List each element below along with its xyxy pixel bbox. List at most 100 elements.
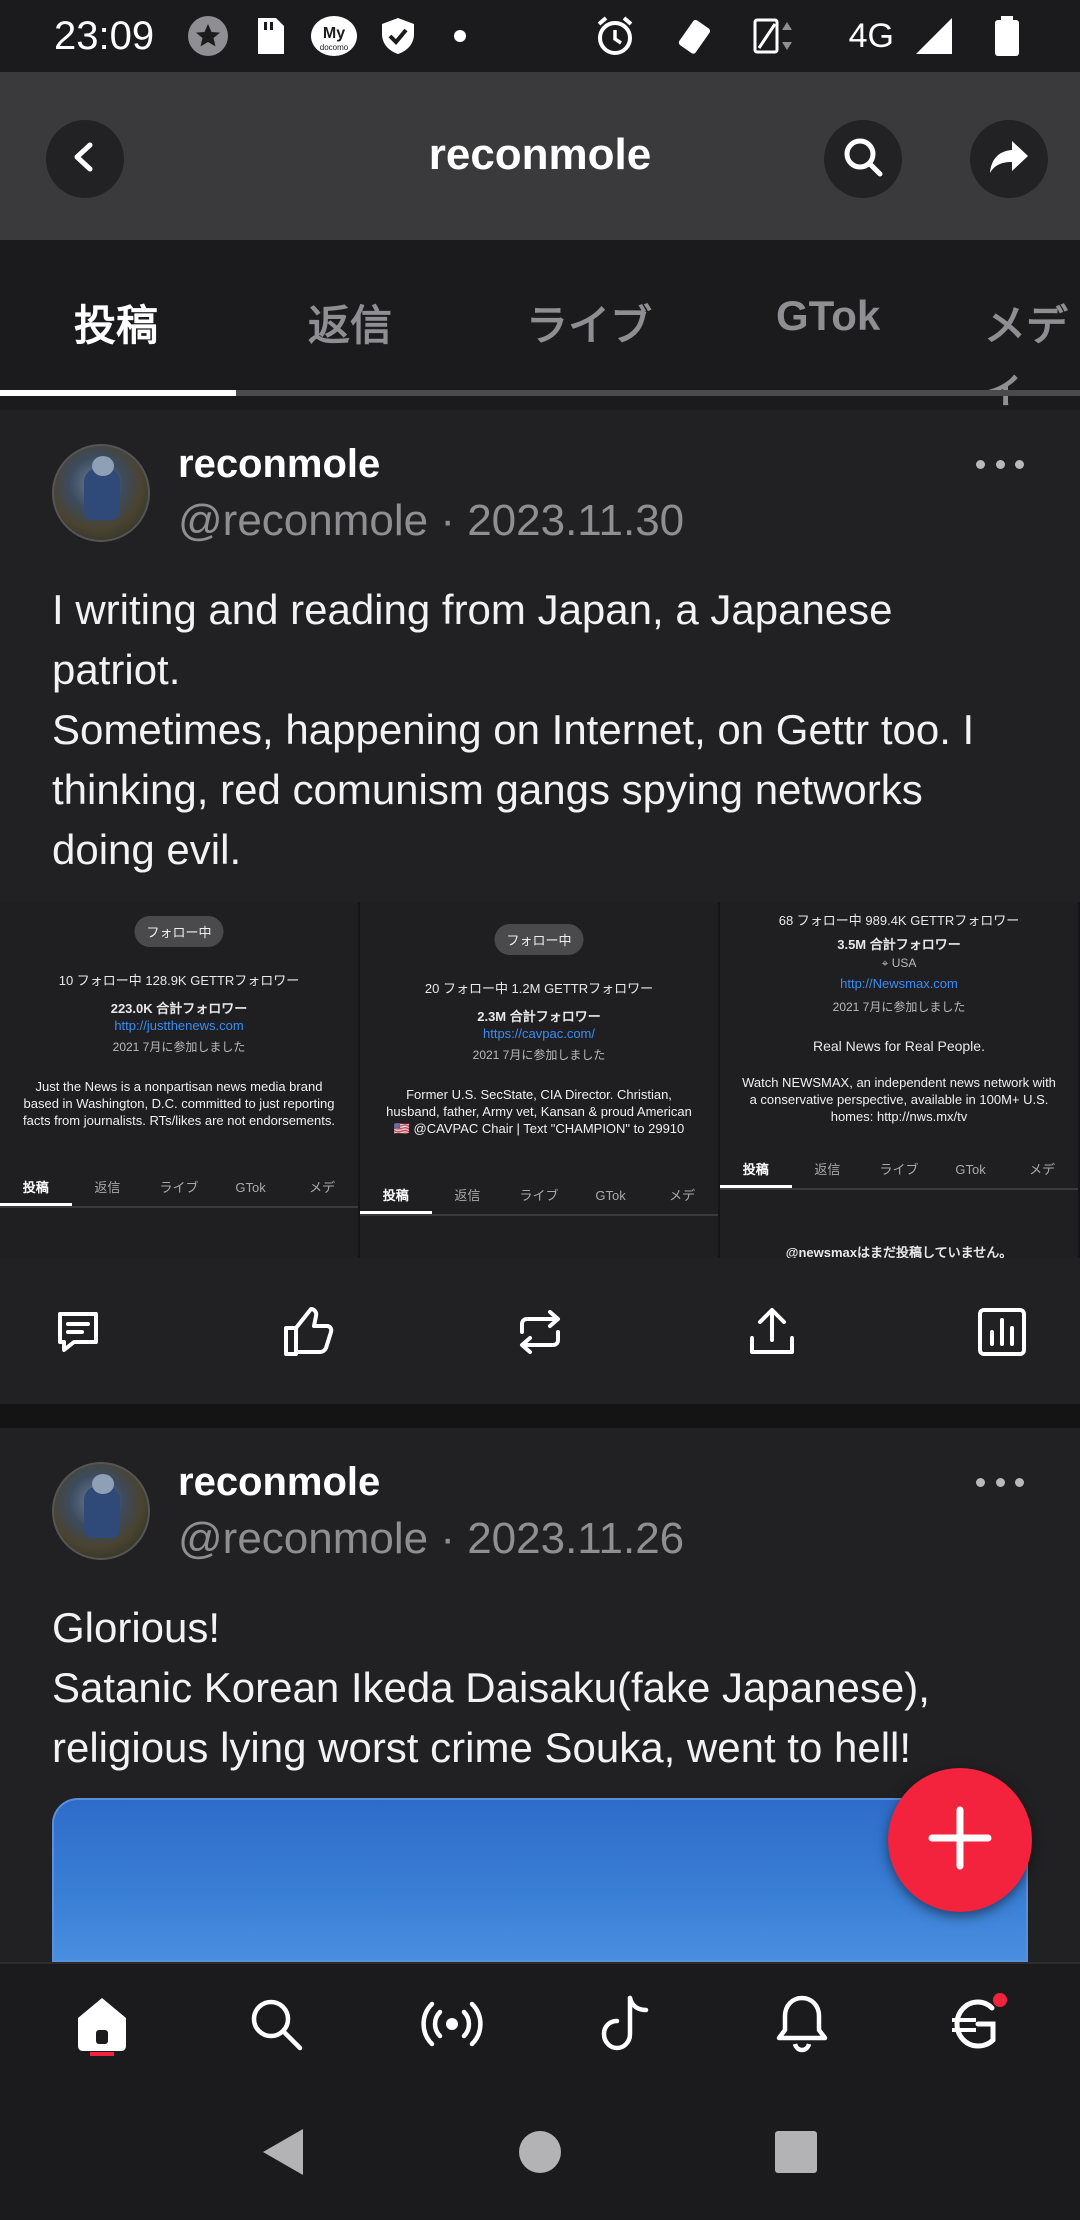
post-author-name[interactable]: reconmole <box>178 1460 380 1505</box>
tab-indicator-track <box>0 390 1080 396</box>
post-text-line: Satanic Korean Ikeda Daisaku(fake Japane… <box>52 1664 930 1711</box>
screenshot-tab: 返信 <box>94 1180 121 1195</box>
post-image-2[interactable]: フォロー中 20 フォロー中 1.2M GETTRフォロワー 2.3M 合計フォ… <box>360 902 720 1258</box>
gettr-wallet-icon[interactable] <box>946 1992 1010 2056</box>
profile-link: https://cavpac.com/ <box>483 1026 595 1041</box>
like-icon[interactable] <box>278 1302 338 1362</box>
screenshot-tab: GTok <box>955 1162 986 1177</box>
post-image-3[interactable]: 68 フォロー中 989.4K GETTRフォロワー 3.5M 合計フォロワー … <box>720 902 1080 1258</box>
network-type: 4G <box>848 16 894 55</box>
system-home-button[interactable] <box>510 2122 570 2182</box>
total-followers: 3.5M 合計フォロワー <box>837 937 961 952</box>
joined-date: 2021 7月に参加しました <box>472 1048 606 1062</box>
post-text-line: religious lying worst crime Souka, went … <box>52 1724 912 1771</box>
bottom-navigation <box>0 1962 1080 2082</box>
more-options-button[interactable] <box>976 1478 1024 1490</box>
search-icon <box>841 135 885 184</box>
shield-icon <box>376 14 420 58</box>
screenshot-tabs: 投稿 返信 ライブ GTok メデ <box>720 1150 1078 1190</box>
screenshot-tab: ライブ <box>879 1162 919 1177</box>
screenshot-tab: ライブ <box>519 1188 559 1203</box>
star-icon <box>186 14 230 58</box>
location-pin-icon: ⌖ <box>881 956 892 970</box>
page-title: reconmole <box>428 130 652 179</box>
no-posts-message: @newsmaxはまだ投稿していません。 <box>785 1245 1013 1258</box>
post-author-name[interactable]: reconmole <box>178 442 380 487</box>
docomo-sub-label: docomo <box>320 43 349 52</box>
screenshot-tab: 返信 <box>814 1162 841 1177</box>
more-options-button[interactable] <box>976 460 1024 472</box>
joined-date: 2021 7月に参加しました <box>832 1000 966 1014</box>
tab-live[interactable]: ライブ <box>526 292 652 353</box>
screenshot-tabs: 投稿 返信 ライブ GTok メデ <box>360 1176 718 1216</box>
screenshot-tab: メデ <box>309 1180 336 1195</box>
gtok-icon[interactable] <box>594 1992 658 2056</box>
system-navigation <box>0 2082 1080 2220</box>
comment-icon[interactable] <box>48 1302 108 1362</box>
screenshot-tab: 返信 <box>454 1188 481 1203</box>
system-recents-button[interactable] <box>766 2122 826 2182</box>
system-back-button[interactable] <box>252 2122 312 2182</box>
forward-arrow-icon <box>986 137 1032 182</box>
screenshot-tab: ライブ <box>159 1180 199 1195</box>
tab-replies[interactable]: 返信 <box>308 292 392 353</box>
post-text-line: thinking, red comunism gangs spying netw… <box>52 766 923 813</box>
stats-line: 10 フォロー中 128.9K GETTRフォロワー <box>58 973 300 988</box>
profile-headline: Real News for Real People. <box>813 1038 985 1054</box>
docomo-my-label: My <box>323 25 345 42</box>
live-icon[interactable] <box>420 1992 484 2056</box>
tab-gtok[interactable]: GTok <box>776 292 880 340</box>
share-icon[interactable] <box>742 1302 802 1362</box>
notifications-icon[interactable] <box>770 1992 834 2056</box>
repost-icon[interactable] <box>510 1302 570 1362</box>
profile-link: http://justthenews.com <box>114 1018 244 1033</box>
screenshot-tab: 投稿 <box>360 1176 432 1214</box>
post-image-1[interactable]: フォロー中 10 フォロー中 128.9K GETTRフォロワー 223.0K … <box>0 902 360 1258</box>
screenshot-tabs: 投稿 返信 ライブ GTok メデ <box>0 1168 358 1208</box>
home-icon[interactable] <box>70 1992 134 2056</box>
profile-location: ⌖ USA <box>720 956 1078 971</box>
tab-indicator <box>0 390 236 396</box>
dot-icon <box>438 14 482 58</box>
screenshot-tab: GTok <box>235 1180 266 1195</box>
share-profile-button[interactable] <box>970 120 1048 198</box>
stats-line: 20 フォロー中 1.2M GETTRフォロワー <box>424 981 654 996</box>
avatar[interactable] <box>52 1462 150 1560</box>
screenshot-tab: GTok <box>595 1188 626 1203</box>
vibrate-icon <box>673 14 717 58</box>
post-image[interactable] <box>52 1798 1028 1962</box>
profile-bio: Just the News is a nonpartisan news medi… <box>23 1079 335 1128</box>
stats-icon[interactable] <box>972 1302 1032 1362</box>
screenshot-tab: 投稿 <box>0 1168 72 1206</box>
post-text-line: Glorious! <box>52 1604 221 1651</box>
profile-header: reconmole <box>0 72 1080 240</box>
post-text-line: Sometimes, happening on Internet, on Get… <box>52 706 975 753</box>
post-text-line: patriot. <box>52 646 181 693</box>
battery-icon <box>992 14 1022 58</box>
post-actions <box>0 1292 1080 1372</box>
plus-icon <box>924 1802 996 1879</box>
sd-card-icon <box>248 14 292 58</box>
following-pill: フォロー中 <box>134 916 224 947</box>
profile-bio: Former U.S. SecState, CIA Director. Chri… <box>386 1087 692 1136</box>
alarm-icon <box>593 14 637 58</box>
joined-date: 2021 7月に参加しました <box>112 1040 246 1054</box>
profile-link: http://Newsmax.com <box>840 976 958 991</box>
post-author-meta: @reconmole · 2023.11.26 <box>178 1514 685 1563</box>
post-image-gallery[interactable]: フォロー中 10 フォロー中 128.9K GETTRフォロワー 223.0K … <box>0 902 1080 1258</box>
profile-bio: Watch NEWSMAX, an independent news netwo… <box>742 1075 1056 1124</box>
search-icon[interactable] <box>244 1992 308 2056</box>
total-followers: 2.3M 合計フォロワー <box>477 1009 601 1024</box>
avatar[interactable] <box>52 444 150 542</box>
tab-posts[interactable]: 投稿 <box>74 292 158 353</box>
post-divider <box>0 1404 1080 1428</box>
cell-signal-icon <box>912 14 956 58</box>
post-author-meta: @reconmole · 2023.11.30 <box>178 496 685 545</box>
profile-tabs: 投稿 返信 ライブ GTok メディ <box>0 240 1080 410</box>
stats-line: 68 フォロー中 989.4K GETTRフォロワー <box>778 913 1020 928</box>
post-text: I writing and reading from Japan, a Japa… <box>52 580 1032 880</box>
create-post-button[interactable] <box>888 1768 1032 1912</box>
status-time: 23:09 <box>54 13 155 58</box>
total-followers: 223.0K 合計フォロワー <box>110 1001 248 1016</box>
search-button[interactable] <box>824 120 902 198</box>
